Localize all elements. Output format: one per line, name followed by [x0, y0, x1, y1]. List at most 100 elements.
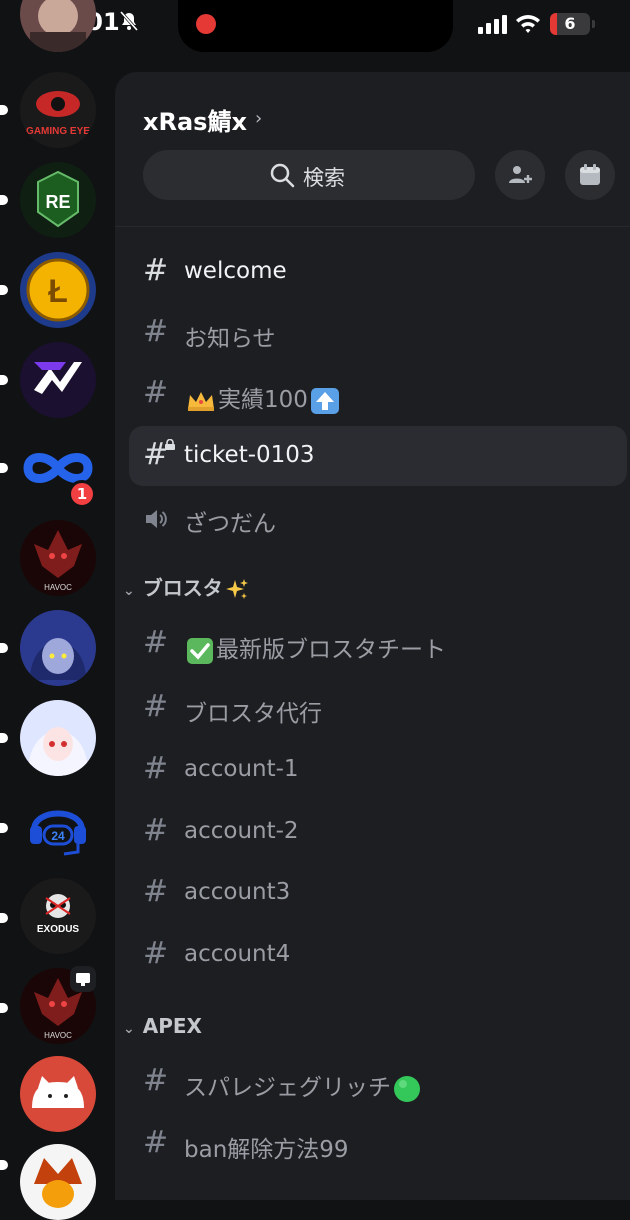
unread-indicator: [0, 463, 8, 473]
channel-welcome[interactable]: # welcome: [129, 242, 627, 302]
channel-name: ブロスタ代行: [184, 701, 322, 727]
server-name[interactable]: xRas鯖x: [143, 102, 247, 137]
speaker-icon: [146, 510, 167, 528]
hashtag-icon: #: [143, 314, 169, 349]
re-snake-logo-icon: RE: [20, 162, 96, 238]
server-icon-havoc[interactable]: HAVOC: [20, 520, 96, 596]
recording-indicator-icon: [196, 14, 216, 34]
gaming-eye-logo-icon: GAMING EYE: [20, 72, 96, 148]
havoc-demon-logo-icon: HAVOC: [20, 520, 96, 596]
svg-text:HAVOC: HAVOC: [44, 583, 72, 592]
svg-text:HAVOC: HAVOC: [44, 1031, 72, 1040]
hashtag-icon: #: [143, 253, 169, 288]
channel-name: account3: [184, 879, 291, 905]
search-label: 検索: [303, 166, 345, 190]
unread-indicator: [0, 643, 8, 653]
hashtag-icon: #: [143, 874, 169, 909]
channel-account-2[interactable]: # account-2: [129, 802, 627, 862]
header-divider: [115, 226, 630, 227]
bongo-cat-logo-icon: [20, 1056, 96, 1132]
channel-name-wrap: 最新版ブロスタチート: [184, 630, 446, 665]
unread-indicator: [0, 913, 8, 923]
sparkles-emoji-icon: [225, 578, 248, 599]
unread-indicator: [0, 285, 8, 295]
server-icon-re[interactable]: RE: [20, 162, 96, 238]
unread-indicator: [0, 1003, 8, 1013]
server-icon-24-support[interactable]: 24: [20, 790, 96, 866]
svg-text:24: 24: [51, 829, 65, 843]
bell-muted-icon: [119, 11, 139, 31]
hashtag-icon: #: [143, 1125, 169, 1160]
server-icon-litecoin[interactable]: Ł: [20, 252, 96, 328]
server-icon-warrior[interactable]: [20, 1144, 96, 1220]
hashtag-icon: #: [143, 1063, 169, 1098]
calendar-icon: [580, 164, 600, 185]
category-name: ブロスタ: [142, 576, 223, 600]
chevron-right-icon[interactable]: ›: [255, 108, 262, 129]
hashtag-icon: #: [143, 375, 169, 410]
category-apex[interactable]: ⌄ APEX: [123, 1014, 202, 1038]
server-icon-bongo-cat[interactable]: [20, 1056, 96, 1132]
purple-n-logo-icon: [20, 342, 96, 418]
server-rail: GAMING EYE RE Ł 1 HAVOC 24 EXODUS HAVOC: [0, 0, 112, 1220]
up-arrow-emoji-icon: [310, 387, 339, 414]
channel-account3[interactable]: # account3: [129, 863, 627, 923]
channel-ticket[interactable]: # ticket-0103: [129, 426, 627, 486]
server-icon-anime-white[interactable]: [20, 700, 96, 776]
channel-name: スパレジェグリッチ: [184, 1075, 391, 1101]
hashtag-icon: #: [143, 625, 169, 660]
channel-ban-removal[interactable]: # ban解除方法99: [129, 1114, 627, 1174]
svg-text:GAMING EYE: GAMING EYE: [26, 126, 90, 137]
server-icon-n[interactable]: [20, 342, 96, 418]
events-button[interactable]: [565, 150, 615, 200]
channel-name: welcome: [184, 258, 287, 284]
channel-name: 最新版ブロスタチート: [216, 637, 446, 663]
warrior-avatar-icon: [20, 1144, 96, 1220]
server-icon-gaming-eye[interactable]: GAMING EYE: [20, 72, 96, 148]
category-brawl-stars[interactable]: ⌄ ブロスタ: [123, 572, 251, 602]
svg-text:RE: RE: [45, 192, 70, 212]
server-icon-top-partial[interactable]: [20, 0, 96, 52]
channel-announcements[interactable]: # お知らせ: [129, 303, 627, 363]
server-icon-exodus[interactable]: EXODUS: [20, 878, 96, 954]
lock-icon: [165, 439, 175, 450]
chevron-down-icon: ⌄: [123, 1021, 135, 1037]
wifi-icon: [516, 15, 540, 33]
channel-latest-cheat[interactable]: # 最新版ブロスタチート: [129, 614, 627, 674]
channel-name: ticket-0103: [184, 442, 315, 468]
channel-name: account-2: [184, 818, 299, 844]
battery-cap: [592, 20, 595, 28]
unread-indicator: [0, 375, 8, 385]
server-icon-anime-blue[interactable]: [20, 610, 96, 686]
screen-share-icon: [70, 966, 96, 992]
channel-name: 実績100: [218, 387, 308, 413]
channel-account-1[interactable]: # account-1: [129, 740, 627, 800]
chevron-down-icon: ⌄: [123, 583, 135, 599]
add-user-icon: [509, 166, 532, 183]
check-emoji-icon: [187, 637, 213, 664]
crown-emoji-icon: [188, 391, 214, 411]
mention-badge: 1: [68, 480, 96, 508]
exodus-skull-logo-icon: EXODUS: [20, 878, 96, 954]
cellular-signal-icon: [478, 15, 507, 34]
channel-achievements[interactable]: # 実績100: [129, 364, 627, 424]
hashtag-icon: #: [143, 689, 169, 724]
channel-name-wrap: スパレジェグリッチ: [184, 1068, 423, 1103]
hashtag-icon: #: [143, 751, 169, 786]
channel-glitch[interactable]: # スパレジェグリッチ: [129, 1052, 627, 1112]
channel-name: ざつだん: [184, 511, 276, 537]
channel-account4[interactable]: # account4: [129, 925, 627, 985]
svg-text:EXODUS: EXODUS: [37, 924, 80, 935]
unread-indicator: [0, 733, 8, 743]
headset-24-logo-icon: 24: [20, 790, 96, 866]
server-avatar-image: [20, 0, 96, 52]
battery-level: 6: [564, 14, 576, 33]
unread-indicator: [0, 1160, 8, 1170]
hashtag-icon: #: [143, 936, 169, 971]
invite-members-button[interactable]: [495, 150, 545, 200]
channel-boosting[interactable]: # ブロスタ代行: [129, 678, 627, 738]
voice-channel-chat[interactable]: ざつだん: [129, 488, 627, 548]
search-button[interactable]: 検索: [143, 150, 475, 200]
unread-indicator: [0, 105, 8, 115]
dynamic-island: [178, 0, 453, 52]
